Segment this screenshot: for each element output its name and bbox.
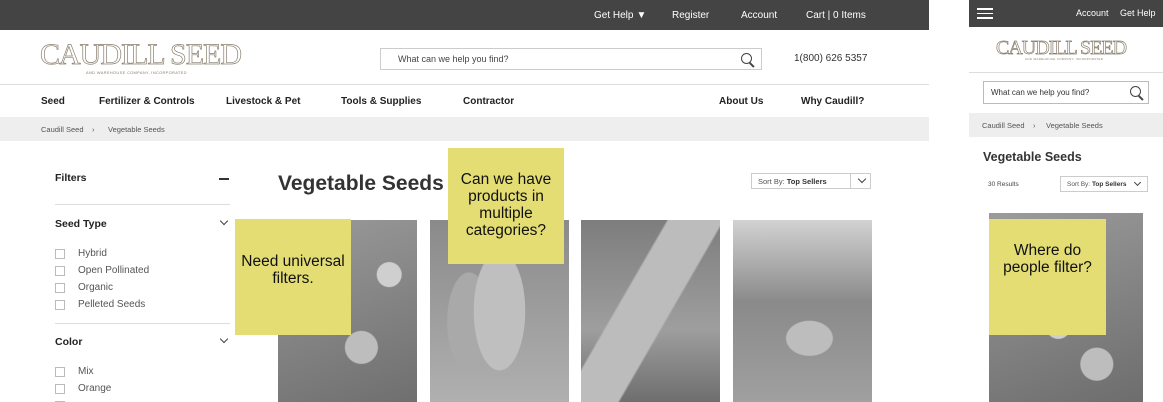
filter-option-label: Open Pollinated	[78, 265, 150, 276]
filter-group-seed-type[interactable]: Seed Type	[55, 218, 107, 230]
search-input[interactable]	[398, 54, 718, 64]
product-image-squash[interactable]	[581, 220, 720, 402]
nav-contractor[interactable]: Contractor	[463, 96, 514, 107]
nav-livestock[interactable]: Livestock & Pet	[226, 96, 300, 107]
utility-bar: Get Help ▼ Register Account Cart | 0 Item…	[0, 0, 929, 30]
divider	[55, 323, 230, 324]
collapse-filters-icon[interactable]	[219, 178, 229, 180]
mobile-utility-bar: Account Get Help	[969, 0, 1163, 27]
filter-option-label: Orange	[78, 383, 112, 394]
mobile-mockup: Account Get Help CAUDILL SEED AND WAREHO…	[969, 0, 1163, 402]
breadcrumb-current: Vegetable Seeds	[1046, 121, 1103, 130]
search-icon[interactable]	[1130, 86, 1141, 97]
sort-prefix: Sort By:	[1067, 181, 1091, 188]
sort-prefix: Sort By:	[758, 177, 785, 186]
breadcrumb-separator-icon: ›	[92, 125, 95, 134]
sticky-note-where-filter: Where do people filter?	[989, 219, 1106, 335]
nav-fertilizer[interactable]: Fertilizer & Controls	[99, 96, 195, 107]
sort-label: Sort By: Top Sellers	[1067, 181, 1127, 188]
nav-why[interactable]: Why Caudill?	[801, 96, 864, 107]
logo-tagline: AND WAREHOUSE COMPANY, INCORPORATED	[86, 70, 187, 75]
account-link[interactable]: Account	[741, 10, 777, 21]
breadcrumb-home[interactable]: Caudill Seed	[41, 125, 84, 134]
filter-option-label: Pelleted Seeds	[78, 299, 146, 310]
account-link[interactable]: Account	[1076, 8, 1109, 18]
page-title: Vegetable Seeds	[983, 150, 1082, 164]
desktop-mockup: Get Help ▼ Register Account Cart | 0 Item…	[0, 0, 929, 402]
chevron-down-icon[interactable]	[219, 334, 229, 344]
sort-label: Sort By: Top Sellers	[758, 177, 827, 186]
nav-tools[interactable]: Tools & Supplies	[341, 96, 421, 107]
page-title: Vegetable Seeds	[278, 172, 444, 195]
breadcrumb-home[interactable]: Caudill Seed	[982, 121, 1025, 130]
checkbox[interactable]	[55, 266, 65, 276]
divider	[969, 72, 1163, 73]
sticky-note-multiple-categories: Can we have products in multiple categor…	[448, 148, 564, 264]
filter-group-color[interactable]: Color	[55, 336, 82, 348]
phone-number[interactable]: 1(800) 626 5357	[794, 53, 867, 64]
product-image-radish[interactable]	[733, 220, 872, 402]
filter-option-label: Mix	[78, 366, 94, 377]
nav-about[interactable]: About Us	[719, 96, 763, 107]
logo-tagline: AND WAREHOUSE COMPANY, INCORPORATED	[1025, 57, 1104, 61]
chevron-down-icon[interactable]	[219, 216, 229, 226]
get-help-link[interactable]: Get Help	[1120, 8, 1156, 18]
filters-title: Filters	[55, 172, 87, 184]
logo[interactable]: CAUDILL SEED	[40, 38, 243, 72]
chevron-down-icon	[1133, 178, 1142, 187]
divider	[850, 174, 851, 188]
breadcrumb-current: Vegetable Seeds	[108, 125, 165, 134]
breadcrumb: Caudill Seed › Vegetable Seeds	[969, 113, 1163, 137]
sort-dropdown[interactable]: Sort By: Top Sellers	[1060, 176, 1148, 192]
breadcrumb: Caudill Seed › Vegetable Seeds	[0, 117, 929, 141]
search-bar	[380, 48, 762, 70]
nav-seed[interactable]: Seed	[41, 96, 65, 107]
sort-value: Top Sellers	[786, 177, 827, 186]
search-icon[interactable]	[741, 53, 752, 64]
get-help-label: Get Help	[594, 10, 634, 21]
divider	[0, 84, 929, 85]
register-link[interactable]: Register	[672, 10, 709, 21]
menu-icon[interactable]	[977, 8, 993, 19]
sort-value: Top Sellers	[1091, 181, 1127, 188]
filter-option-label: Hybrid	[78, 248, 107, 259]
checkbox[interactable]	[55, 283, 65, 293]
filter-option-label: Organic	[78, 282, 114, 293]
checkbox[interactable]	[55, 367, 65, 377]
cart-link[interactable]: Cart | 0 Items	[806, 10, 866, 21]
search-input[interactable]	[991, 88, 1121, 97]
checkbox[interactable]	[55, 384, 65, 394]
divider	[55, 204, 230, 205]
mobile-search-bar	[983, 81, 1149, 104]
checkbox[interactable]	[55, 249, 65, 259]
sort-dropdown[interactable]: Sort By: Top Sellers	[751, 173, 871, 189]
get-help-menu[interactable]: Get Help ▼	[594, 10, 646, 21]
results-count: 30 Results	[988, 181, 1019, 188]
breadcrumb-separator-icon: ›	[1033, 121, 1036, 130]
sticky-note-universal-filters: Need universal filters.	[235, 219, 351, 335]
chevron-down-icon	[857, 174, 867, 184]
caret-down-icon: ▼	[636, 10, 647, 21]
checkbox[interactable]	[55, 300, 65, 310]
